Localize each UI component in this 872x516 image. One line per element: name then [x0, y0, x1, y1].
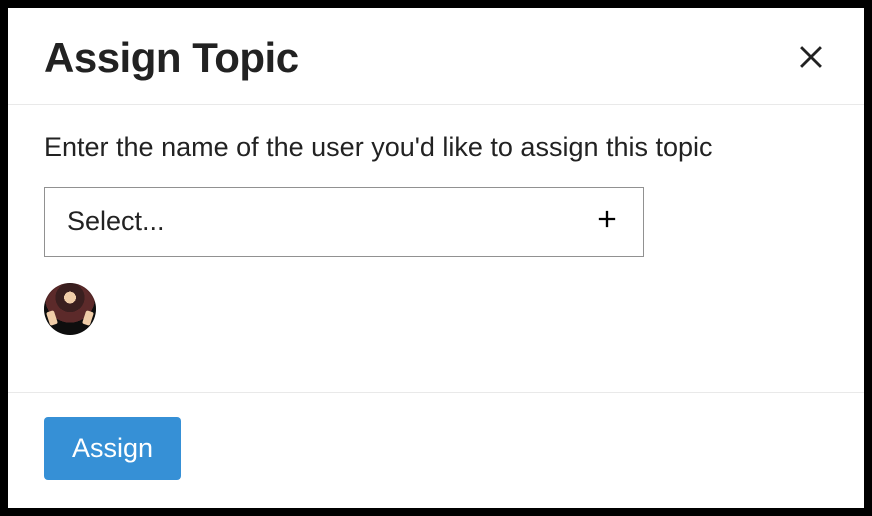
modal-title: Assign Topic [44, 36, 299, 80]
close-button[interactable] [790, 34, 832, 76]
modal-body: Enter the name of the user you'd like to… [8, 105, 864, 392]
select-placeholder: Select... [67, 206, 165, 237]
assign-button[interactable]: Assign [44, 417, 181, 480]
user-suggestions [44, 283, 828, 335]
suggested-user-avatar[interactable] [44, 283, 96, 335]
instruction-text: Enter the name of the user you'd like to… [44, 131, 828, 165]
close-icon [794, 38, 828, 72]
user-select[interactable]: Select... [44, 187, 644, 257]
modal-footer: Assign [8, 392, 864, 508]
assign-topic-modal: Assign Topic Enter the name of the user … [8, 8, 864, 508]
plus-icon [593, 205, 621, 238]
modal-header: Assign Topic [8, 8, 864, 105]
